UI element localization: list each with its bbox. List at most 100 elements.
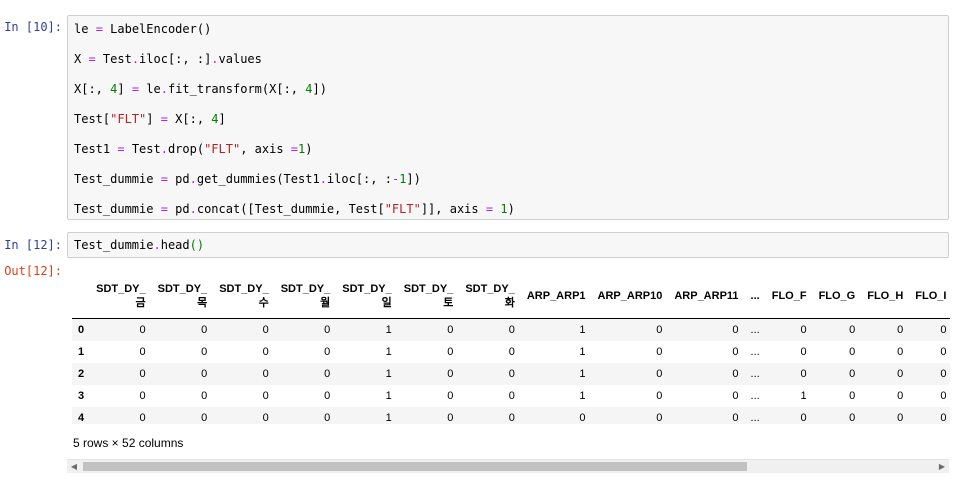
table-cell: 0 — [656, 367, 663, 380]
table-cell: 0 — [447, 411, 454, 424]
code-line: le = LabelEncoder() — [74, 21, 211, 37]
code-line: X[:, 4] = le.fit_transform(X[:, 4]) — [74, 81, 327, 97]
code-token: X[:, — [167, 112, 212, 126]
table-cell: 0 — [508, 323, 515, 336]
column-header: SDT_DY_ 월 — [274, 274, 337, 319]
code-cell-head[interactable]: Test_dummie.head() — [67, 232, 949, 258]
column-header-label: ARP_ARP10 — [597, 290, 663, 302]
table-cell: 0 — [849, 389, 856, 402]
table-cell: 0 — [732, 367, 739, 380]
cell-prompt-in-10: In [10]: — [4, 20, 62, 34]
row-index: 2 — [78, 367, 85, 380]
table-cell: 0 — [732, 411, 739, 424]
column-header: ... — [744, 274, 766, 319]
scroll-left-arrow-icon[interactable]: ◀ — [67, 460, 81, 473]
code-token: Test_dummie — [74, 172, 161, 186]
code-token: . — [160, 82, 168, 96]
table-cell: 0 — [508, 345, 515, 358]
table-cell: 0 — [732, 345, 739, 358]
table-cell: 0 — [447, 367, 454, 380]
table-cell: 0 — [940, 389, 947, 402]
column-header-label: ... — [750, 290, 760, 302]
table-cell: ... — [750, 389, 760, 402]
table-cell: 0 — [324, 411, 331, 424]
horizontal-scrollbar[interactable]: ◀ ▶ — [67, 459, 949, 473]
code-token: iloc[:, :] — [139, 52, 212, 66]
code-token: ] — [218, 112, 226, 126]
column-header: FLO_I — [909, 274, 950, 319]
column-header-label: FLO_F — [771, 290, 807, 302]
code-token: le — [74, 22, 96, 36]
table-cell: 0 — [940, 367, 947, 380]
column-header-label: SDT_DY_ — [342, 283, 392, 295]
code-line: Test1 = Test.drop("FLT", axis =1) — [74, 141, 312, 157]
scrollbar-thumb[interactable] — [83, 462, 747, 471]
table-cell: 0 — [447, 323, 454, 336]
code-token: . — [189, 172, 197, 186]
table-cell: 0 — [262, 323, 269, 336]
code-token: ) — [305, 142, 313, 156]
code-token: le — [139, 82, 161, 96]
scroll-right-arrow-icon[interactable]: ▶ — [935, 460, 949, 473]
column-header: SDT_DY_ 일 — [336, 274, 398, 319]
table-cell: 0 — [849, 345, 856, 358]
code-token: = — [160, 202, 168, 216]
row-index: 3 — [78, 389, 85, 402]
column-header-label-suffix: 토 — [443, 297, 454, 309]
table-body: 0 0 0 0 0 1 0 0 1 0 0... 0 0 0 0 0 1 0 0 0 0 1 0 0 1 0 0... 0 0 0 0 0 2 0… — [72, 318, 950, 424]
table-cell: 0 — [940, 345, 947, 358]
code-token: = — [160, 172, 168, 186]
code-line: X = Test.iloc[:, :].values — [74, 51, 262, 67]
code-token: Test[ — [74, 112, 111, 126]
code-token: X — [74, 52, 89, 66]
code-token: = — [160, 112, 168, 126]
column-header-label: FLO_G — [818, 290, 856, 302]
code-token: = — [117, 142, 125, 156]
table-cell: 0 — [201, 367, 208, 380]
code-cell-label-encoding[interactable]: le = LabelEncoder() X = Test.iloc[:, :].… — [67, 15, 949, 220]
code-token: 1 — [500, 202, 508, 216]
column-header-label-suffix: 수 — [258, 297, 269, 309]
table-cell: 0 — [897, 367, 904, 380]
column-header-label-suffix: 화 — [504, 297, 515, 309]
table-cell: 1 — [385, 323, 392, 336]
code-token: . — [319, 172, 327, 186]
dataframe-table: SDT_DY_ 금 SDT_DY_ 목 SDT_DY_ 수 SDT_DY_ 월 SDT_DY_ 일… — [72, 274, 950, 424]
code-token: . — [153, 238, 161, 252]
table-cell: 0 — [324, 367, 331, 380]
table-cell: ... — [750, 323, 760, 336]
code-token: head — [160, 238, 190, 252]
row-index: 0 — [78, 323, 85, 336]
column-header: FLO_G — [812, 274, 862, 319]
code-token: = — [131, 82, 140, 96]
code-token: pd — [167, 172, 190, 186]
table-cell: 0 — [139, 389, 146, 402]
table-cell: 0 — [732, 389, 739, 402]
code-token: fit_transform(X[:, — [167, 82, 306, 96]
table-cell: 0 — [139, 323, 146, 336]
code-token: ]], axis — [420, 202, 486, 216]
table-row: 00000100100...00000 — [72, 318, 950, 341]
output-area: SDT_DY_ 금 SDT_DY_ 목 SDT_DY_ 수 SDT_DY_ 월 SDT_DY_ 일… — [67, 262, 965, 493]
column-header: ARP_ARP10 — [591, 274, 669, 319]
table-cell: 0 — [800, 345, 807, 358]
table-cell: 1 — [385, 411, 392, 424]
code-token: ] — [117, 82, 132, 96]
table-cell: 0 — [139, 345, 146, 358]
table-cell: 0 — [201, 323, 208, 336]
column-header-label: FLO_I — [915, 290, 947, 302]
row-index: 1 — [78, 345, 85, 358]
table-header-row: SDT_DY_ 금 SDT_DY_ 목 SDT_DY_ 수 SDT_DY_ 월 SDT_DY_ 일… — [72, 274, 950, 319]
code-token: concat([Test_dummie, Test[ — [196, 202, 385, 216]
dataframe-shape-text: 5 rows × 52 columns — [73, 436, 184, 450]
row-index: 4 — [78, 411, 85, 424]
code-token: Test — [124, 142, 161, 156]
table-cell: 0 — [849, 323, 856, 336]
code-token: "FLT" — [110, 112, 147, 126]
column-header-label-suffix: 일 — [381, 297, 392, 309]
code-token: . — [160, 142, 168, 156]
table-cell: 0 — [800, 323, 807, 336]
column-header-label: SDT_DY_ — [280, 283, 331, 295]
column-header-label: FLO_H — [867, 290, 904, 302]
table-cell: 0 — [579, 411, 586, 424]
